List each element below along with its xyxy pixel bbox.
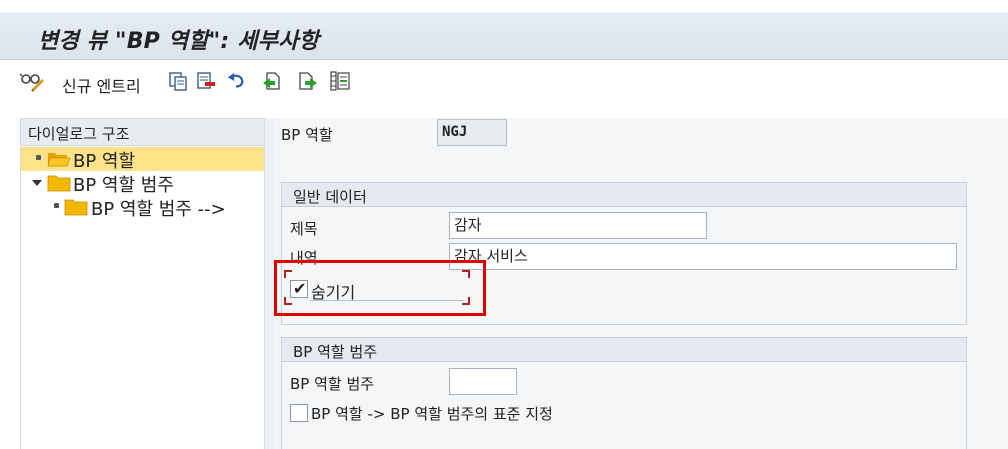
undo-icon[interactable] [226, 71, 246, 91]
tree-item-bp-role-category[interactable]: BP 역할 범주 [21, 171, 264, 196]
tree-item-bp-role[interactable]: BP 역할 [21, 147, 264, 172]
top-strip [0, 0, 1008, 14]
standard-assignment-checkbox[interactable] [290, 404, 308, 422]
description-input[interactable]: 감자 서비스 [449, 243, 957, 270]
glasses-pencil-icon[interactable] [20, 70, 46, 92]
general-data-title: 일반 데이터 [293, 188, 367, 206]
bp-role-category-title: BP 역할 범주 [293, 343, 378, 361]
bp-role-category-header: BP 역할 범주 [282, 338, 966, 362]
folder-icon [47, 175, 71, 192]
bp-role-category-input[interactable] [449, 368, 517, 395]
application-toolbar: 신규 엔트리 [0, 61, 1008, 105]
title-label: 제목 [290, 220, 318, 238]
page-title: 변경 뷰 "BP 역할": 세부사항 [38, 29, 320, 54]
dialog-structure-title: 다이얼로그 구조 [28, 125, 130, 143]
delete-icon[interactable] [196, 71, 216, 91]
previous-entry-icon[interactable] [262, 71, 282, 91]
bp-role-category-label: BP 역할 범주 [290, 375, 375, 393]
bp-role-label: BP 역할 [281, 126, 333, 144]
bullet-icon [54, 203, 59, 208]
expand-arrow-icon[interactable] [32, 180, 42, 186]
bullet-icon [36, 155, 41, 160]
general-data-header: 일반 데이터 [282, 183, 966, 207]
new-entry-button[interactable]: 신규 엔트리 [62, 73, 141, 97]
next-entry-icon[interactable] [298, 71, 318, 91]
copy-icon[interactable] [168, 71, 188, 91]
bp-role-value: NGJ [437, 119, 507, 146]
title-input[interactable]: 감자 [449, 212, 707, 239]
tree-item-label: BP 역할 [73, 151, 136, 172]
folder-icon [64, 199, 88, 216]
highlight-annotation [274, 260, 486, 316]
tree-item-label: BP 역할 범주 [73, 175, 174, 196]
open-folder-icon [47, 153, 71, 167]
dialog-structure-header: 다이얼로그 구조 [21, 119, 264, 146]
tree-item-label: BP 역할 범주 --> [91, 199, 226, 220]
panel-splitter[interactable] [265, 118, 274, 449]
tree-item-bp-role-category-link[interactable]: BP 역할 범주 --> [21, 195, 264, 220]
title-bar: 변경 뷰 "BP 역할": 세부사항 [0, 14, 1008, 60]
standard-assignment-label: BP 역할 -> BP 역할 범주의 표준 지정 [311, 405, 553, 423]
select-all-icon[interactable] [330, 71, 350, 91]
bp-role-category-group: BP 역할 범주 [281, 337, 967, 449]
dialog-structure-panel: 다이얼로그 구조 BP 역할 BP 역할 범주 BP 역할 범주 --> [20, 118, 265, 449]
